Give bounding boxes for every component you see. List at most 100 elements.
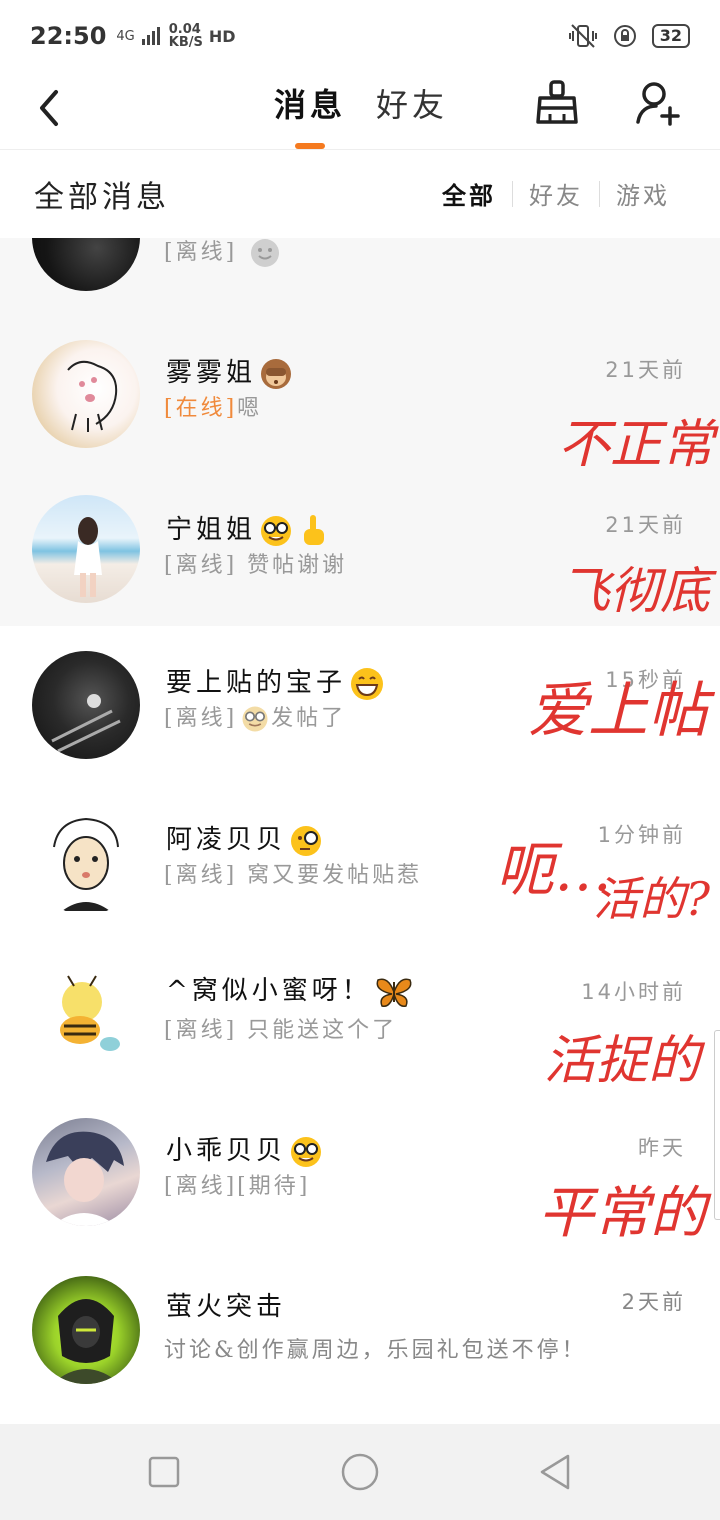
last-message: 窝又要发帖贴惹: [247, 863, 423, 888]
last-message: 发帖了: [271, 706, 347, 731]
message-time: 14小时前: [581, 980, 686, 1004]
monocle-face-emoji-icon: [291, 826, 322, 856]
last-message: 只能送这个了: [247, 1018, 398, 1043]
contact-name: 阿凌贝贝: [166, 819, 324, 859]
back-nav-icon[interactable]: [536, 1452, 576, 1492]
message-tabs: 消息 好友: [274, 80, 448, 126]
last-message: 赞帖谢谢: [247, 553, 348, 578]
contact-name: 小乖贝贝: [166, 1130, 324, 1170]
filter-all[interactable]: 全部: [426, 176, 512, 211]
anime-boy-icon: [46, 1131, 124, 1226]
status-tag: [离线]: [164, 553, 238, 578]
filter-friends[interactable]: 好友: [513, 176, 599, 211]
rotation-lock-icon: [613, 25, 636, 47]
conversation-preview: [离线] 窝又要发帖贴惹: [164, 857, 422, 889]
nerd-face-emoji-icon: [242, 706, 268, 732]
message-time: 昨天: [638, 1136, 686, 1160]
conversation-list: [离线] 雾雾姐 [在线]嗯 21天前 不正常 宁姐姐 [离线] 赞帖谢谢 21…: [0, 238, 720, 1423]
vibrate-icon: [568, 24, 597, 48]
conversation-preview: [离线]: [164, 238, 281, 269]
bunny-drawing-icon: [67, 360, 118, 432]
contact-name-text: 雾雾姐: [166, 358, 257, 388]
handwritten-note-secondary: 活的?: [593, 872, 710, 926]
handwritten-note: 不正常: [557, 415, 714, 475]
conversation-row[interactable]: 要上贴的宝子 [离线] 发帖了 15秒前 爱上帖: [0, 626, 720, 783]
signal-icon: [141, 27, 160, 45]
recent-apps-icon[interactable]: [144, 1452, 184, 1492]
conversation-preview: [离线][期待]: [164, 1168, 310, 1200]
status-bar: 22:50 4G 0.04 KB/S HD 32: [0, 0, 720, 72]
contact-name: 雾雾姐: [166, 352, 294, 392]
hd-label: HD: [208, 26, 236, 46]
home-icon[interactable]: [340, 1452, 380, 1492]
conversation-row[interactable]: 宁姐姐 [离线] 赞帖谢谢 21天前 飞彻底: [0, 473, 720, 626]
conversation-row[interactable]: ^窝似小蜜呀！ [离线] 只能送这个了 14小时前 活捉的: [0, 938, 720, 1094]
avatar: [32, 964, 140, 1072]
handwritten-note: 爱上帖: [528, 676, 708, 746]
message-time: 21天前: [605, 513, 686, 537]
nerd-face-emoji-icon: [291, 1137, 322, 1167]
soldier-avatar-icon: [52, 1299, 120, 1384]
avatar: [32, 238, 140, 291]
conversation-preview: [在线]嗯: [164, 390, 262, 422]
conversation-row[interactable]: 萤火突击 讨论&创作赢周边，乐园礼包送不停！ 2天前: [0, 1254, 720, 1423]
status-tag: [离线]: [164, 863, 238, 888]
dark-photo-icon: [51, 694, 121, 753]
last-message: 嗯: [237, 396, 263, 421]
butterfly-emoji-icon: [376, 978, 412, 1007]
conversation-preview: [离线] 只能送这个了: [164, 1012, 397, 1044]
status-tag: [离线]: [164, 706, 238, 731]
section-title: 全部消息: [34, 180, 170, 215]
contact-name: 萤火突击: [166, 1292, 287, 1322]
contact-name-text: ^窝似小蜜呀！: [166, 976, 372, 1006]
grin-emoji-icon: [351, 668, 384, 700]
tab-friends[interactable]: 好友: [376, 80, 448, 126]
tab-messages[interactable]: 消息: [274, 80, 346, 126]
pointing-up-emoji-icon: [304, 515, 325, 545]
handwritten-note: 平常的: [538, 1181, 706, 1246]
message-filters: 全部 好友 游戏: [426, 176, 686, 211]
status-time: 22:50: [30, 22, 107, 50]
contact-name-text: 宁姐姐: [166, 515, 257, 545]
last-message: [期待]: [237, 1174, 311, 1199]
conversation-row[interactable]: 雾雾姐 [在线]嗯 21天前 不正常: [0, 316, 720, 475]
status-tag: [离线]: [164, 1018, 238, 1043]
conversation-row[interactable]: 小乖贝贝 [离线][期待] 昨天 平常的: [0, 1094, 720, 1254]
contact-name-text: 阿凌贝贝: [166, 825, 287, 855]
gray-smile-emoji-icon: [251, 239, 280, 267]
avatar: [32, 651, 140, 759]
system-navigation-bar: [0, 1424, 720, 1520]
filter-games[interactable]: 游戏: [600, 176, 686, 211]
add-friend-icon[interactable]: [634, 78, 682, 128]
back-icon[interactable]: [30, 82, 70, 132]
message-time: 2天前: [621, 1290, 686, 1314]
contact-name: 要上贴的宝子: [166, 662, 386, 702]
message-time: 21天前: [605, 358, 686, 382]
top-navigation: 消息 好友: [0, 72, 720, 150]
conversation-preview: [离线] 发帖了: [164, 700, 346, 734]
conversation-row[interactable]: [离线]: [0, 238, 720, 316]
active-tab-indicator: [295, 143, 325, 149]
conversation-row[interactable]: 阿凌贝贝 [离线] 窝又要发帖贴惹 1分钟前 呃… 活的?: [0, 783, 720, 938]
network-indicator: 4G 0.04 KB/S HD: [116, 23, 235, 49]
handwritten-note: 飞彻底: [560, 562, 710, 620]
conversation-preview: [离线] 赞帖谢谢: [164, 547, 347, 579]
avatar: [32, 340, 140, 448]
bee-sticker-icon: [60, 975, 120, 1051]
handwritten-note: 活捉的: [543, 1031, 700, 1091]
battery-indicator: 32: [651, 24, 690, 48]
anime-sketch-icon: [53, 817, 119, 911]
online-status-tag: [在线]: [164, 396, 238, 421]
contact-name-text: 要上贴的宝子: [166, 668, 347, 698]
monkey-emoji-icon: [261, 359, 292, 389]
beach-photo-icon: [74, 517, 102, 597]
section-header: 全部消息 全部 好友 游戏: [0, 150, 720, 238]
scroll-edge-handle[interactable]: [714, 1030, 720, 1220]
last-message: 讨论&创作赢周边，乐园礼包送不停！: [164, 1338, 587, 1363]
network-type: 4G: [116, 28, 135, 44]
contact-name: 宁姐姐: [166, 509, 330, 549]
network-speed: 0.04 KB/S: [169, 23, 203, 49]
clear-messages-broom-icon[interactable]: [534, 78, 580, 128]
status-tag: [离线]: [164, 1174, 238, 1199]
contact-name-text: 小乖贝贝: [166, 1136, 287, 1166]
